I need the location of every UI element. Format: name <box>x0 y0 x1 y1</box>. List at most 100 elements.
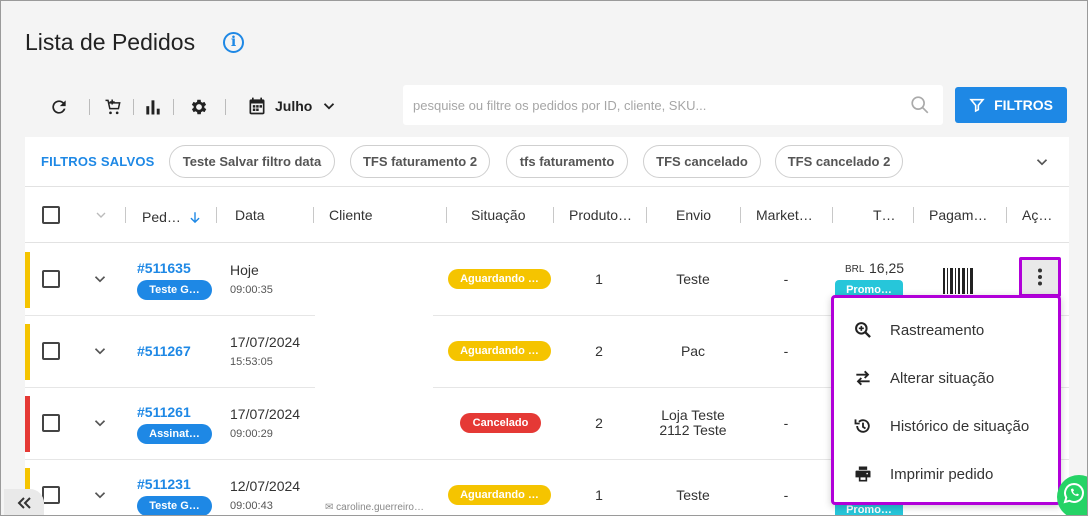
info-icon[interactable]: i <box>223 32 244 53</box>
status-badge: Aguardando … <box>448 269 551 289</box>
column-divider <box>446 207 447 223</box>
column-header-pagamento[interactable]: Pagam… <box>929 207 987 223</box>
order-id-link[interactable]: #511267 <box>137 343 191 359</box>
gear-icon <box>191 99 207 115</box>
toolbar-divider <box>89 99 90 115</box>
chevron-down-icon[interactable] <box>91 270 109 288</box>
chevron-down-icon[interactable] <box>91 342 109 360</box>
order-tag-badge: Teste G… <box>137 496 212 515</box>
chevron-down-icon[interactable] <box>91 486 109 504</box>
column-divider <box>740 207 741 223</box>
column-header-marketplace[interactable]: Market… <box>756 207 813 223</box>
column-divider <box>125 207 126 223</box>
row-actions-menu: Rastreamento Alterar situação Histórico … <box>831 295 1061 505</box>
column-divider <box>832 207 833 223</box>
marketplace-value: - <box>783 343 789 359</box>
column-header-produtos[interactable]: Produto… <box>569 207 632 223</box>
printer-icon <box>853 464 873 484</box>
toolbar-divider <box>225 99 226 115</box>
search-box <box>403 85 943 125</box>
column-divider <box>313 207 314 223</box>
chevron-down-icon[interactable] <box>93 207 109 223</box>
order-id-link[interactable]: #511231 <box>137 476 191 492</box>
order-date: Hoje <box>230 262 259 278</box>
marketplace-value: - <box>783 271 789 287</box>
shipping-method: Teste <box>676 271 710 287</box>
saved-filter-chip[interactable]: TFS cancelado <box>643 145 761 178</box>
status-badge: Cancelado <box>460 413 541 433</box>
column-header-label: Ped… <box>142 209 181 225</box>
client-email-text: caroline.guerreiro… <box>336 502 424 513</box>
toolbar-divider <box>173 99 174 115</box>
double-chevron-left-icon <box>17 497 31 509</box>
order-time: 15:53:05 <box>230 356 273 368</box>
swap-arrows-icon <box>853 368 873 388</box>
total-value: 16,25 <box>869 260 905 276</box>
saved-filter-chip[interactable]: TFS cancelado 2 <box>775 145 903 178</box>
menu-item-historico-situacao[interactable]: Histórico de situação <box>834 402 1058 450</box>
menu-item-imprimir-pedido[interactable]: Imprimir pedido <box>834 450 1058 498</box>
column-header-envio[interactable]: Envio <box>676 207 711 223</box>
status-color-bar <box>25 396 30 452</box>
select-all-checkbox[interactable] <box>42 206 60 224</box>
calendar-icon <box>249 97 265 115</box>
column-header-pedido[interactable]: Ped… <box>142 207 200 225</box>
row-checkbox[interactable] <box>42 414 60 432</box>
shipping-method: Teste <box>676 487 710 503</box>
product-count: 1 <box>595 271 603 287</box>
status-badge: Aguardando … <box>448 341 551 361</box>
shipping-method: Pac <box>680 343 706 359</box>
order-id-link[interactable]: #511635 <box>137 260 191 276</box>
search-input[interactable] <box>403 85 893 125</box>
order-date: 17/07/2024 <box>230 406 301 422</box>
saved-filter-chip[interactable]: TFS faturamento 2 <box>350 145 490 178</box>
collapse-sidebar-button[interactable] <box>4 489 44 515</box>
column-header-cliente[interactable]: Cliente <box>329 207 373 223</box>
order-tag-badge: Assinat… <box>137 424 212 444</box>
chevron-down-icon[interactable] <box>1033 153 1051 171</box>
column-header-acoes[interactable]: Aç… <box>1022 207 1052 223</box>
product-count: 2 <box>595 415 603 431</box>
chevron-down-icon[interactable] <box>91 414 109 432</box>
column-divider <box>646 207 647 223</box>
menu-item-alterar-situacao[interactable]: Alterar situação <box>834 354 1058 402</box>
more-vertical-icon <box>1038 268 1042 286</box>
stats-button[interactable] <box>141 95 165 119</box>
client-cell-overlay <box>315 315 433 457</box>
filters-button[interactable]: FILTROS <box>955 87 1067 123</box>
row-checkbox[interactable] <box>42 270 60 288</box>
menu-item-rastreamento[interactable]: Rastreamento <box>834 306 1058 354</box>
whatsapp-button[interactable] <box>1057 475 1087 515</box>
saved-filter-chip[interactable]: tfs faturamento <box>506 145 628 178</box>
menu-item-label: Imprimir pedido <box>890 465 994 483</box>
search-icon[interactable] <box>909 94 931 116</box>
column-header-situacao[interactable]: Situação <box>471 207 525 223</box>
arrow-down-icon <box>190 212 200 224</box>
barcode-icon <box>943 268 973 294</box>
month-label: Julho <box>275 98 313 114</box>
column-header-total[interactable]: T… <box>873 207 896 223</box>
saved-filters-label: FILTROS SALVOS <box>41 154 155 169</box>
product-count: 2 <box>595 343 603 359</box>
refresh-button[interactable] <box>47 95 71 119</box>
month-selector[interactable]: Julho <box>247 94 338 118</box>
cart-add-icon <box>105 99 121 115</box>
settings-button[interactable] <box>187 95 211 119</box>
whatsapp-icon <box>1063 482 1084 504</box>
order-id-link[interactable]: #511261 <box>137 404 191 420</box>
history-icon <box>853 416 873 436</box>
cart-button[interactable] <box>101 95 125 119</box>
row-actions-button[interactable] <box>1019 257 1061 297</box>
menu-item-label: Histórico de situação <box>890 417 1030 435</box>
saved-filters-bar: FILTROS SALVOS Teste Salvar filtro data … <box>25 137 1069 187</box>
row-checkbox[interactable] <box>42 342 60 360</box>
column-header-data[interactable]: Data <box>235 207 265 223</box>
marketplace-value: - <box>783 487 789 503</box>
order-time: 09:00:29 <box>230 428 273 440</box>
column-divider <box>913 207 914 223</box>
chevron-down-icon <box>324 103 335 110</box>
saved-filter-chip[interactable]: Teste Salvar filtro data <box>169 145 335 178</box>
row-checkbox[interactable] <box>42 486 60 504</box>
total-currency: BRL <box>845 264 865 275</box>
zoom-in-icon <box>853 320 873 340</box>
